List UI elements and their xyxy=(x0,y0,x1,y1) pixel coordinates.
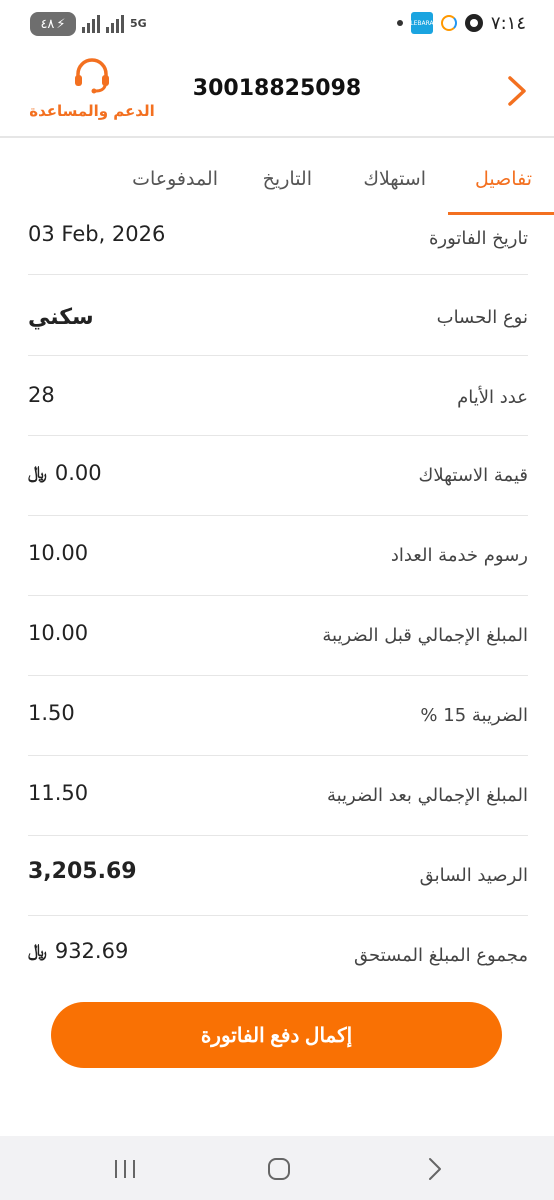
football-icon xyxy=(464,14,483,32)
detail-row-bill-date: تاريخ الفاتورة 03 Feb, 2026 xyxy=(28,214,528,275)
tab-history[interactable]: التاريخ xyxy=(263,168,312,190)
detail-label: رسوم خدمة العداد xyxy=(390,545,528,566)
detail-row-account-type: نوع الحساب سكني xyxy=(28,275,528,356)
detail-row-meter-fee: رسوم خدمة العداد 10.00 xyxy=(28,515,528,596)
screen: ٤٨ ⚡ 5G LEBARA ٧:١٤ الدعم والمساعدة 3001… xyxy=(0,0,554,1200)
detail-value: ﷼ 0.00 xyxy=(28,461,102,485)
recent-apps-icon[interactable] xyxy=(110,1156,140,1182)
detail-amount: 0.00 xyxy=(54,461,102,485)
battery-indicator: ٤٨ ⚡ xyxy=(30,12,76,36)
network-type: 5G xyxy=(130,17,147,30)
app-header: الدعم والمساعدة 30018825098 xyxy=(0,50,554,138)
account-number: 30018825098 xyxy=(192,76,362,101)
detail-value: 1.50 xyxy=(28,701,75,725)
signal-icon xyxy=(82,15,100,33)
detail-value: 03 Feb, 2026 xyxy=(28,222,166,246)
sync-icon xyxy=(440,15,457,31)
detail-label: المبلغ الإجمالي بعد الضريبة xyxy=(326,785,528,806)
battery-level: ٤٨ xyxy=(40,16,55,32)
detail-row-consumption-value: قيمة الاستهلاك ﷼ 0.00 xyxy=(28,435,528,516)
system-nav-bar xyxy=(0,1136,554,1200)
detail-label: مجموع المبلغ المستحق xyxy=(353,945,528,966)
detail-label: عدد الأيام xyxy=(457,387,528,408)
notification-dot-icon xyxy=(396,20,403,26)
detail-value: ﷼ 932.69 xyxy=(28,939,128,963)
support-label: الدعم والمساعدة xyxy=(29,102,155,120)
status-left: ٤٨ ⚡ 5G xyxy=(30,12,147,36)
detail-label: الضريبة 15 % xyxy=(420,705,528,726)
charging-icon: ⚡ xyxy=(56,16,66,32)
home-icon[interactable] xyxy=(264,1156,294,1182)
currency-icon: ﷼ xyxy=(28,463,47,483)
detail-value: 11.50 xyxy=(28,781,89,805)
detail-row-previous-balance: الرصيد السابق 3,205.69 xyxy=(28,835,528,916)
detail-row-subtotal: المبلغ الإجمالي قبل الضريبة 10.00 xyxy=(28,595,528,676)
detail-label: المبلغ الإجمالي قبل الضريبة xyxy=(322,625,528,646)
detail-label: الرصيد السابق xyxy=(419,865,528,886)
tab-details[interactable]: تفاصيل xyxy=(475,168,532,190)
complete-payment-button[interactable]: إكمال دفع الفاتورة xyxy=(51,1002,502,1068)
status-time: ٧:١٤ xyxy=(490,12,526,34)
detail-value: 28 xyxy=(28,383,55,407)
lebara-icon: LEBARA xyxy=(410,12,434,34)
chevron-right-icon[interactable] xyxy=(502,74,532,108)
detail-value: 10.00 xyxy=(28,621,89,645)
detail-row-total: المبلغ الإجمالي بعد الضريبة 11.50 xyxy=(28,755,528,836)
detail-row-tax: الضريبة 15 % 1.50 xyxy=(28,675,528,756)
lebara-label: LEBARA xyxy=(410,19,434,27)
detail-amount: 932.69 xyxy=(54,939,129,963)
detail-row-days: عدد الأيام 28 xyxy=(28,355,528,436)
detail-label: تاريخ الفاتورة xyxy=(428,228,528,249)
detail-value: 10.00 xyxy=(28,541,89,565)
currency-icon: ﷼ xyxy=(28,941,47,961)
detail-row-amount-due: مجموع المبلغ المستحق ﷼ 932.69 xyxy=(28,915,528,995)
back-nav-icon[interactable] xyxy=(420,1156,450,1182)
detail-label: قيمة الاستهلاك xyxy=(418,465,528,486)
tab-payments[interactable]: المدفوعات xyxy=(132,168,218,190)
detail-value: سكني xyxy=(28,305,94,330)
status-right: LEBARA ٧:١٤ xyxy=(396,12,526,34)
detail-value: 3,205.69 xyxy=(28,859,137,884)
signal-icon xyxy=(106,15,124,33)
tab-bar: تفاصيل استهلاك التاريخ المدفوعات xyxy=(0,138,554,215)
detail-label: نوع الحساب xyxy=(436,307,528,328)
status-bar: ٤٨ ⚡ 5G LEBARA ٧:١٤ xyxy=(0,0,554,50)
tab-consumption[interactable]: استهلاك xyxy=(363,168,426,190)
